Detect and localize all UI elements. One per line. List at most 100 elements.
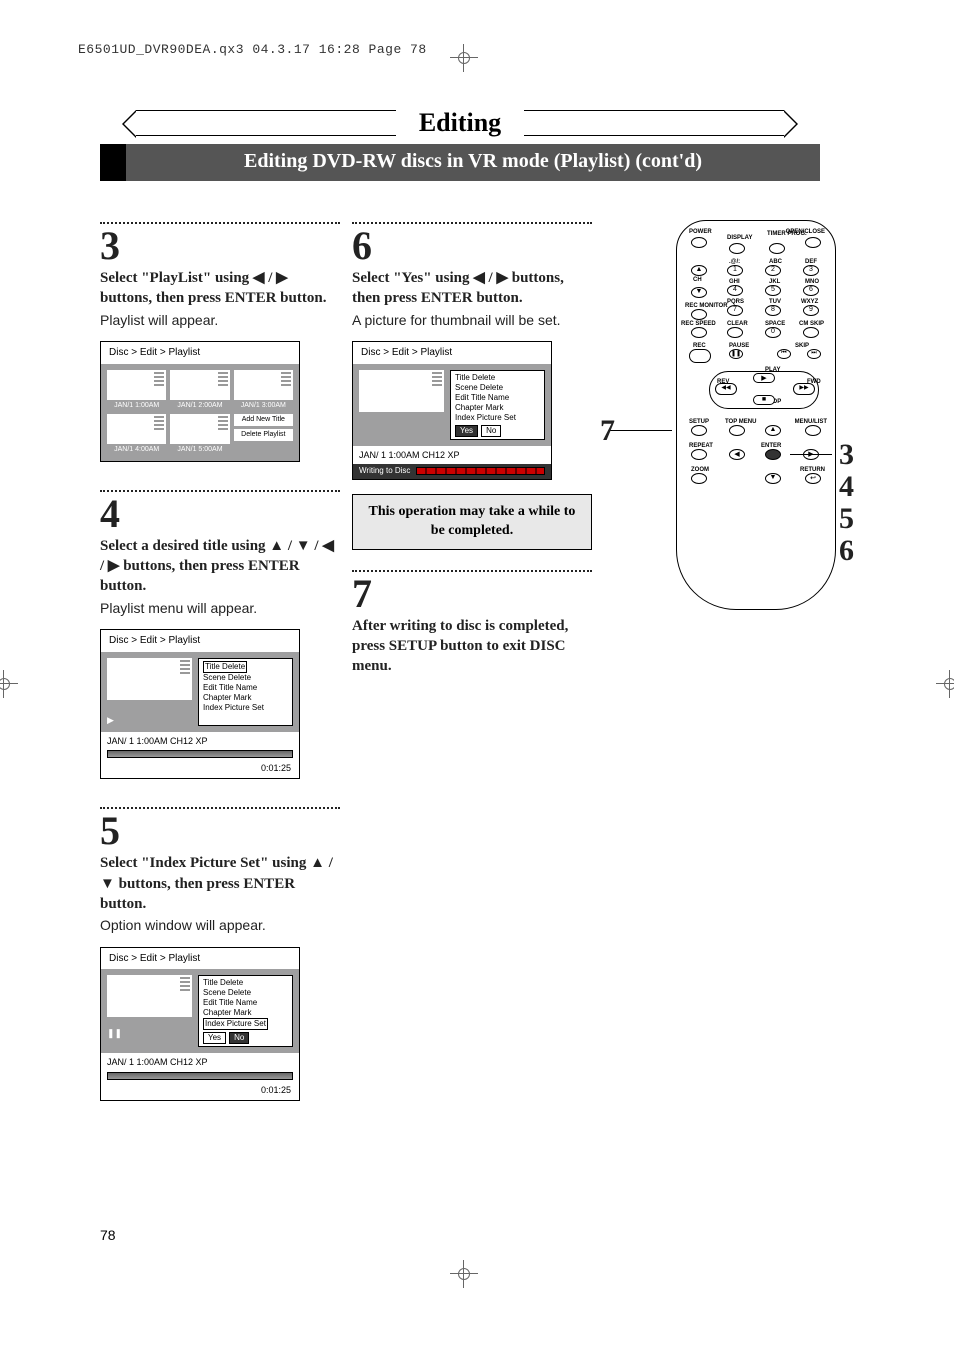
nav-down-button: ▼ bbox=[765, 473, 781, 484]
osd-no-button: No bbox=[229, 1032, 249, 1044]
remote-control-diagram: POWER OPEN/CLOSE DISPLAY TIMER PROG. .@/… bbox=[676, 220, 836, 610]
osd-menu-item: Edit Title Name bbox=[203, 683, 257, 692]
openclose-button bbox=[805, 237, 821, 248]
step-heading-7: After writing to disc is completed, pres… bbox=[352, 616, 592, 677]
osd-menu-item: Title Delete bbox=[203, 978, 243, 987]
page-subtitle: Editing DVD-RW discs in VR mode (Playlis… bbox=[100, 144, 820, 181]
stop-button: ■ bbox=[753, 395, 775, 405]
num-9-button: 9 bbox=[803, 305, 819, 316]
osd-yes-button: Yes bbox=[203, 1032, 226, 1044]
step-body-5: Option window will appear. bbox=[100, 916, 340, 935]
step-heading-4: Select a desired title using ▲ / ▼ / ◀ /… bbox=[100, 536, 340, 597]
rev-button: ◀◀ bbox=[715, 383, 737, 395]
writing-progress-bar bbox=[416, 467, 545, 475]
ch-up-button: ▲ bbox=[691, 265, 707, 276]
thumb-caption: JAN/1 2:00AM bbox=[170, 400, 229, 410]
enter-button bbox=[765, 449, 781, 460]
osd-no-button: No bbox=[481, 425, 501, 437]
osd-menu-item: Index Picture Set bbox=[203, 1018, 268, 1030]
play-button: ▶ bbox=[753, 373, 775, 383]
rec-button bbox=[689, 349, 711, 363]
step-number-7: 7 bbox=[352, 574, 592, 614]
step-heading-6: Select "Yes" using ◀ / ▶ buttons, then p… bbox=[352, 268, 592, 309]
osd-add-new-title: Add New Title bbox=[242, 416, 285, 423]
remote-label: SKIP bbox=[795, 343, 809, 349]
num-1-button: 1 bbox=[727, 265, 743, 276]
cmskip-button bbox=[803, 327, 819, 338]
remote-label: PAUSE bbox=[729, 343, 749, 349]
registration-mark-bottom bbox=[450, 1260, 478, 1288]
left-column: 3 Select "PlayList" using ◀ / ▶ buttons,… bbox=[100, 222, 340, 1101]
skip-back-button: ⏮ bbox=[777, 349, 791, 359]
osd-menu-item: Scene Delete bbox=[203, 673, 251, 682]
menulist-button bbox=[805, 425, 821, 436]
step-body-6: A picture for thumbnail will be set. bbox=[352, 311, 592, 330]
osd-breadcrumb: Disc > Edit > Playlist bbox=[101, 630, 299, 652]
osd-breadcrumb: Disc > Edit > Playlist bbox=[353, 342, 551, 364]
osd-menu-item: Index Picture Set bbox=[455, 413, 516, 422]
recmon-button bbox=[691, 309, 707, 320]
osd-yes-button: Yes bbox=[455, 425, 478, 437]
step-body-4: Playlist menu will appear. bbox=[100, 599, 340, 618]
osd-writing-row: Writing to Disc bbox=[353, 464, 551, 479]
osd-menu-item: Chapter Mark bbox=[455, 403, 503, 412]
topmenu-button bbox=[729, 425, 745, 436]
osd-menu-box: Title Delete Scene Delete Edit Title Nam… bbox=[450, 370, 545, 440]
timer-button bbox=[769, 243, 785, 254]
fwd-button: ▶▶ bbox=[793, 383, 815, 395]
osd-menu-item: Title Delete bbox=[203, 661, 247, 673]
osd-status: JAN/ 1 1:00AM CH12 XP bbox=[353, 446, 551, 464]
step-number-5: 5 bbox=[100, 811, 340, 851]
num-8-button: 8 bbox=[765, 305, 781, 316]
osd-menu-item: Title Delete bbox=[455, 373, 495, 382]
nav-up-button: ▲ bbox=[765, 425, 781, 436]
num-7-button: 7 bbox=[727, 305, 743, 316]
osd-menu-item: Edit Title Name bbox=[455, 393, 509, 402]
osd-delete-playlist: Delete Playlist bbox=[241, 431, 285, 438]
remote-label: TIMER PROG. bbox=[767, 231, 807, 237]
recspeed-button bbox=[691, 327, 707, 338]
progress-bar bbox=[107, 1072, 293, 1080]
osd-playlist-thumbs: Disc > Edit > Playlist JAN/1 1:00AM JAN/… bbox=[100, 341, 300, 461]
remote-label: CLEAR bbox=[727, 321, 748, 327]
osd-playlist-menu: Disc > Edit > Playlist ▶ Title Delete Sc… bbox=[100, 629, 300, 779]
callout-6: 6 bbox=[839, 534, 854, 568]
nav-left-button: ◀ bbox=[729, 449, 745, 460]
osd-menu-item: Index Picture Set bbox=[203, 703, 264, 712]
page-meta-header: E6501UD_DVR90DEA.qx3 04.3.17 16:28 Page … bbox=[78, 42, 427, 57]
osd-menu-item: Scene Delete bbox=[203, 988, 251, 997]
osd-option-window: Disc > Edit > Playlist ❚❚ Title Delete S… bbox=[100, 947, 300, 1101]
registration-mark-left bbox=[0, 670, 18, 698]
osd-menu-item: Chapter Mark bbox=[203, 693, 251, 702]
thumb-caption: JAN/1 5:00AM bbox=[170, 444, 229, 454]
osd-breadcrumb: Disc > Edit > Playlist bbox=[101, 342, 299, 364]
osd-writing-label: Writing to Disc bbox=[359, 466, 410, 477]
callout-line bbox=[790, 454, 832, 455]
remote-label: REC MONITOR bbox=[685, 303, 728, 309]
osd-menu-box: Title Delete Scene Delete Edit Title Nam… bbox=[198, 975, 293, 1047]
zoom-button bbox=[691, 473, 707, 484]
page-number: 78 bbox=[100, 1227, 116, 1243]
remote-label: POWER bbox=[689, 229, 712, 235]
osd-time: 0:01:25 bbox=[101, 1084, 299, 1100]
num-5-button: 5 bbox=[765, 285, 781, 296]
title-banner: Editing bbox=[100, 108, 820, 138]
remote-label: CH bbox=[693, 277, 702, 283]
osd-status: JAN/ 1 1:00AM CH12 XP bbox=[101, 732, 299, 750]
step-number-6: 6 bbox=[352, 226, 592, 266]
progress-bar bbox=[107, 750, 293, 758]
num-3-button: 3 bbox=[803, 265, 819, 276]
step-number-3: 3 bbox=[100, 226, 340, 266]
ch-down-button: ▼ bbox=[691, 287, 707, 298]
remote-label: DISPLAY bbox=[727, 235, 752, 241]
mid-column: 6 Select "Yes" using ◀ / ▶ buttons, then… bbox=[352, 222, 592, 676]
pause-button: ❚❚ bbox=[729, 349, 743, 359]
clear-button bbox=[727, 327, 743, 338]
display-button bbox=[729, 243, 745, 254]
warning-box: This operation may take a while to be co… bbox=[352, 494, 592, 550]
repeat-button bbox=[691, 449, 707, 460]
remote-label: REPEAT bbox=[689, 443, 713, 449]
osd-menu-box: Title Delete Scene Delete Edit Title Nam… bbox=[198, 658, 293, 726]
osd-status: JAN/ 1 1:00AM CH12 XP bbox=[101, 1053, 299, 1071]
thumb-caption: JAN/1 1:00AM bbox=[107, 400, 166, 410]
